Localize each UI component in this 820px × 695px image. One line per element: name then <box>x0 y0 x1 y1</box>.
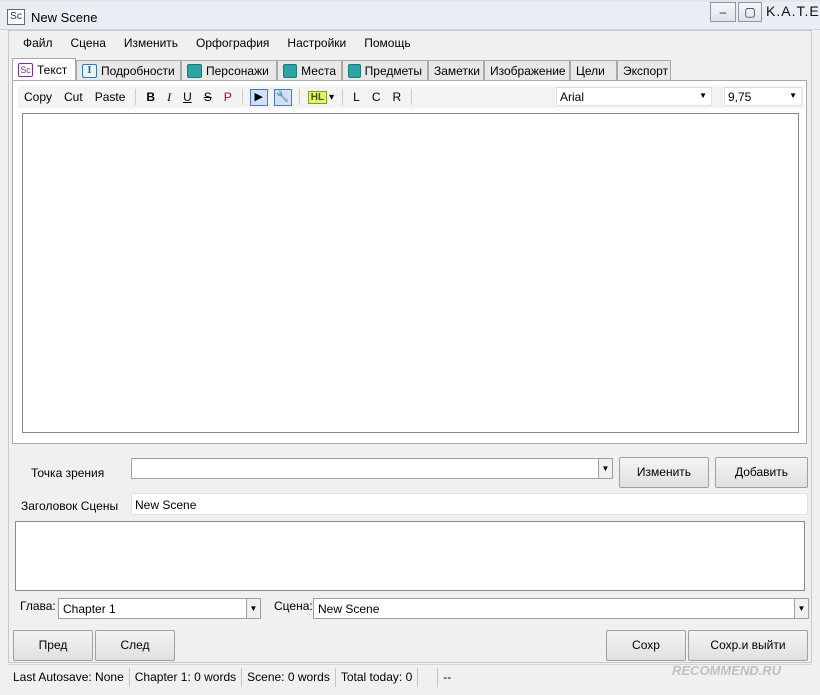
tab-label: Изображение <box>490 63 566 78</box>
cut-button[interactable]: Cut <box>58 87 89 107</box>
tab-goals[interactable]: Цели <box>570 60 617 80</box>
toolbar-separator <box>342 89 344 105</box>
highlight-icon: HL <box>307 90 328 104</box>
window-title: New Scene <box>31 10 98 25</box>
chevron-down-icon: ▼ <box>699 91 707 100</box>
tab-label: Экспорт <box>623 63 669 78</box>
menu-scene[interactable]: Сцена <box>62 33 115 53</box>
scene-title-input[interactable]: New Scene <box>131 493 808 515</box>
scene-text-editor[interactable] <box>22 113 799 433</box>
total-today-count: Total today: 0 <box>336 667 419 687</box>
status-extra: -- <box>443 669 452 684</box>
highlight-button[interactable]: HL ▾ <box>307 90 335 104</box>
scene-word-count: Scene: 0 words <box>242 667 336 687</box>
play-icon[interactable]: ▶ <box>249 88 268 106</box>
font-family-value: Arial <box>560 90 585 104</box>
maximize-button[interactable]: ▢ <box>738 2 762 22</box>
tab-label: Заметки <box>434 63 480 78</box>
p-button[interactable]: P <box>218 87 238 107</box>
sc-icon: Sc <box>18 62 33 77</box>
pov-combo[interactable]: ▼ <box>131 458 613 479</box>
save-button[interactable]: Сохр <box>606 630 686 661</box>
scene-value: New Scene <box>318 602 380 616</box>
person-icon <box>187 63 202 78</box>
wrench-icon[interactable]: 🔧 <box>273 88 292 106</box>
chapter-label: Глава: <box>20 599 56 613</box>
add-pov-button[interactable]: Добавить <box>715 457 808 488</box>
prev-button[interactable]: Пред <box>13 630 93 661</box>
underline-button[interactable]: U <box>177 87 198 107</box>
title-bar: Sc New Scene <box>0 2 820 30</box>
italic-button[interactable]: I <box>161 87 177 107</box>
tab-label: Предметы <box>364 63 422 78</box>
pov-label: Точка зрения <box>31 466 105 480</box>
align-center-button[interactable]: C <box>366 87 387 107</box>
wand-icon <box>348 63 361 78</box>
menu-settings[interactable]: Настройки <box>278 33 355 53</box>
tab-label: Подробности <box>101 63 175 78</box>
brand-label: K.A.T.E. <box>766 3 820 19</box>
chevron-down-icon: ▼ <box>246 599 260 618</box>
menu-spelling[interactable]: Орфография <box>187 33 278 53</box>
chevron-down-icon: ▼ <box>794 599 808 618</box>
tab-details[interactable]: I Подробности <box>76 60 181 80</box>
tab-text[interactable]: Sc Текст <box>12 58 76 80</box>
next-button[interactable]: След <box>95 630 175 661</box>
tab-characters[interactable]: Персонажи <box>181 60 277 80</box>
change-pov-button[interactable]: Изменить <box>619 457 709 488</box>
tab-places[interactable]: Места <box>277 60 342 80</box>
scene-notes-field[interactable] <box>15 521 805 591</box>
strikethrough-button[interactable]: S <box>198 87 218 107</box>
align-right-button[interactable]: R <box>387 87 408 107</box>
status-spacer <box>418 667 439 687</box>
tab-label: Текст <box>37 62 68 77</box>
scene-title-label: Заголовок Сцены <box>21 499 119 513</box>
chapter-value: Chapter 1 <box>63 602 116 616</box>
app-icon: Sc <box>7 9 25 25</box>
menu-bar: Файл Сцена Изменить Орфография Настройки… <box>14 33 420 53</box>
chapter-select[interactable]: Chapter 1 ▼ <box>58 598 261 619</box>
watermark: RECOMMEND.RU <box>672 663 782 678</box>
tab-image[interactable]: Изображение <box>484 60 570 80</box>
tab-label: Персонажи <box>206 63 269 78</box>
tab-label: Цели <box>576 63 605 78</box>
chevron-down-icon: ▼ <box>789 91 797 100</box>
tab-strip: Sc Текст I Подробности Персонажи Места П… <box>12 58 671 80</box>
minimize-button[interactable]: – <box>710 2 736 22</box>
chapter-word-count: Chapter 1: 0 words <box>130 667 243 687</box>
toolbar-separator <box>241 89 243 105</box>
paste-button[interactable]: Paste <box>89 87 132 107</box>
font-size-value: 9,75 <box>728 90 752 104</box>
toolbar-separator <box>411 89 413 105</box>
align-left-button[interactable]: L <box>347 87 366 107</box>
autosave-status: Last Autosave: None <box>8 667 130 687</box>
tab-items[interactable]: Предметы <box>342 60 428 80</box>
toolbar-separator <box>135 89 137 105</box>
menu-edit[interactable]: Изменить <box>115 33 187 53</box>
font-family-select[interactable]: Arial ▼ <box>556 87 712 106</box>
tab-export[interactable]: Экспорт <box>617 60 671 80</box>
text-cursor-icon: I <box>82 63 97 78</box>
scene-select[interactable]: New Scene ▼ <box>313 598 809 619</box>
tab-notes[interactable]: Заметки <box>428 60 484 80</box>
font-size-select[interactable]: 9,75 ▼ <box>724 87 802 106</box>
menu-help[interactable]: Помощь <box>355 33 419 53</box>
menu-file[interactable]: Файл <box>14 33 62 53</box>
copy-button[interactable]: Copy <box>18 87 58 107</box>
chevron-down-icon: ▾ <box>329 91 335 103</box>
toolbar-separator <box>298 89 300 105</box>
tab-label: Места <box>301 63 336 78</box>
save-exit-button[interactable]: Сохр.и выйти <box>688 630 808 661</box>
building-icon <box>283 63 298 78</box>
chevron-down-icon: ▼ <box>598 459 612 478</box>
scene-label: Сцена: <box>274 599 313 613</box>
bold-button[interactable]: B <box>140 87 161 107</box>
